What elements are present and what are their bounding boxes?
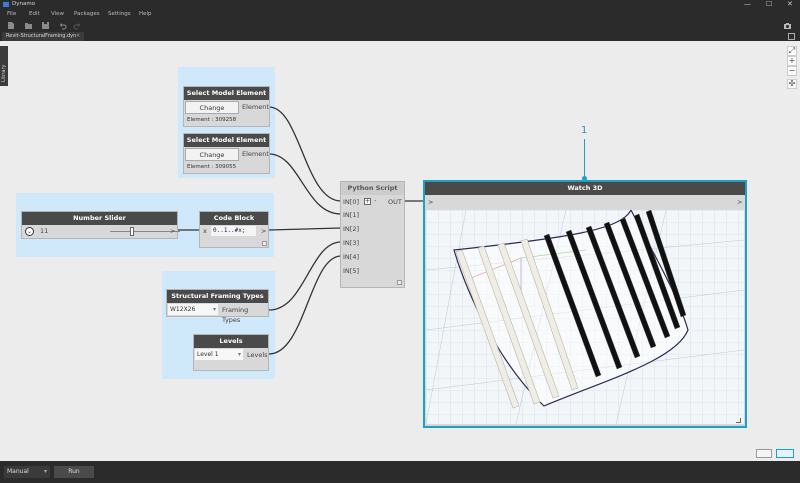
output-port[interactable]: > (261, 226, 266, 236)
input-port-in0[interactable]: IN[0] (343, 197, 359, 207)
3d-viewport[interactable] (426, 210, 744, 424)
status-bar: Manual ▾ Run (0, 461, 800, 483)
output-port-out[interactable]: OUT (388, 197, 402, 207)
output-port-element[interactable]: Element (242, 149, 269, 159)
input-port-in5[interactable]: IN[5] (343, 266, 359, 276)
output-port-framing-types[interactable]: Framing Types (222, 305, 268, 325)
input-port-in2[interactable]: IN[2] (343, 224, 359, 234)
node-code-block[interactable]: Code Block x 0..1..#x; > (199, 211, 269, 248)
change-button[interactable]: Change (185, 148, 239, 161)
element-id-label: Element : 309055 (187, 164, 237, 170)
node-title: Python Script (341, 182, 404, 195)
run-button[interactable]: Run (54, 466, 94, 478)
3d-preview-geometry (426, 210, 744, 424)
dropdown-selected-value: W12X26 (170, 306, 196, 313)
input-port-in4[interactable]: IN[4] (343, 252, 359, 262)
node-title: Code Block (200, 212, 268, 225)
geometry-view-toggle-icon[interactable] (776, 449, 794, 458)
dropdown-selected-value: Level 1 (197, 351, 219, 358)
node-title: Structural Framing Types (167, 290, 268, 303)
element-id-label: Element : 309258 (187, 117, 237, 123)
node-title: Number Slider (22, 212, 177, 225)
framing-type-dropdown[interactable]: W12X26 ▾ (168, 304, 218, 315)
input-port-in3[interactable]: IN[3] (343, 238, 359, 248)
node-watch-3d[interactable]: Watch 3D > > (423, 180, 747, 428)
node-title: Levels (194, 335, 268, 348)
output-port[interactable]: > (737, 197, 742, 207)
resize-handle[interactable] (262, 241, 267, 246)
node-python-script[interactable]: Python Script IN[0] + - OUT IN[1] IN[2] … (340, 181, 405, 288)
slider-thumb[interactable] (130, 227, 134, 236)
change-button[interactable]: Change (185, 101, 239, 114)
slider-value: 11 (40, 227, 49, 235)
resize-handle[interactable] (736, 418, 741, 423)
callout-number: 1 (581, 125, 588, 136)
node-title: Select Model Element (184, 87, 269, 100)
slider-expand-chevron-icon[interactable]: ⌄ (25, 227, 34, 236)
input-port-in1[interactable]: IN[1] (343, 210, 359, 220)
remove-input-button[interactable]: - (374, 197, 377, 205)
chevron-down-icon: ▾ (237, 351, 241, 358)
node-title: Select Model Element (184, 134, 269, 147)
level-dropdown[interactable]: Level 1 ▾ (195, 349, 243, 360)
node-title: Watch 3D (425, 182, 745, 195)
output-port-element[interactable]: Element (242, 102, 269, 112)
node-levels[interactable]: Levels Level 1 ▾ Levels (193, 334, 269, 371)
input-port[interactable]: > (428, 197, 433, 207)
output-port[interactable]: > (170, 226, 175, 236)
chevron-down-icon: ▾ (212, 306, 216, 313)
code-editor[interactable]: 0..1..#x; (211, 226, 256, 236)
output-port-levels[interactable]: Levels (247, 350, 268, 360)
chevron-down-icon: ▾ (43, 468, 47, 475)
add-input-button[interactable]: + (364, 198, 371, 205)
callout-leader-line (584, 139, 585, 177)
node-structural-framing-types[interactable]: Structural Framing Types W12X26 ▾ Framin… (166, 289, 269, 324)
node-select-model-element-1[interactable]: Select Model Element Change Element Elem… (183, 86, 270, 127)
node-select-model-element-2[interactable]: Select Model Element Change Element Elem… (183, 133, 270, 174)
run-mode-dropdown[interactable]: Manual ▾ (4, 466, 50, 478)
resize-handle[interactable] (397, 280, 402, 285)
run-mode-value: Manual (7, 468, 29, 475)
node-number-slider[interactable]: Number Slider ⌄ 11 > (21, 211, 180, 239)
input-port-x[interactable]: x (203, 226, 207, 236)
graph-view-toggle-icon[interactable] (756, 449, 772, 458)
